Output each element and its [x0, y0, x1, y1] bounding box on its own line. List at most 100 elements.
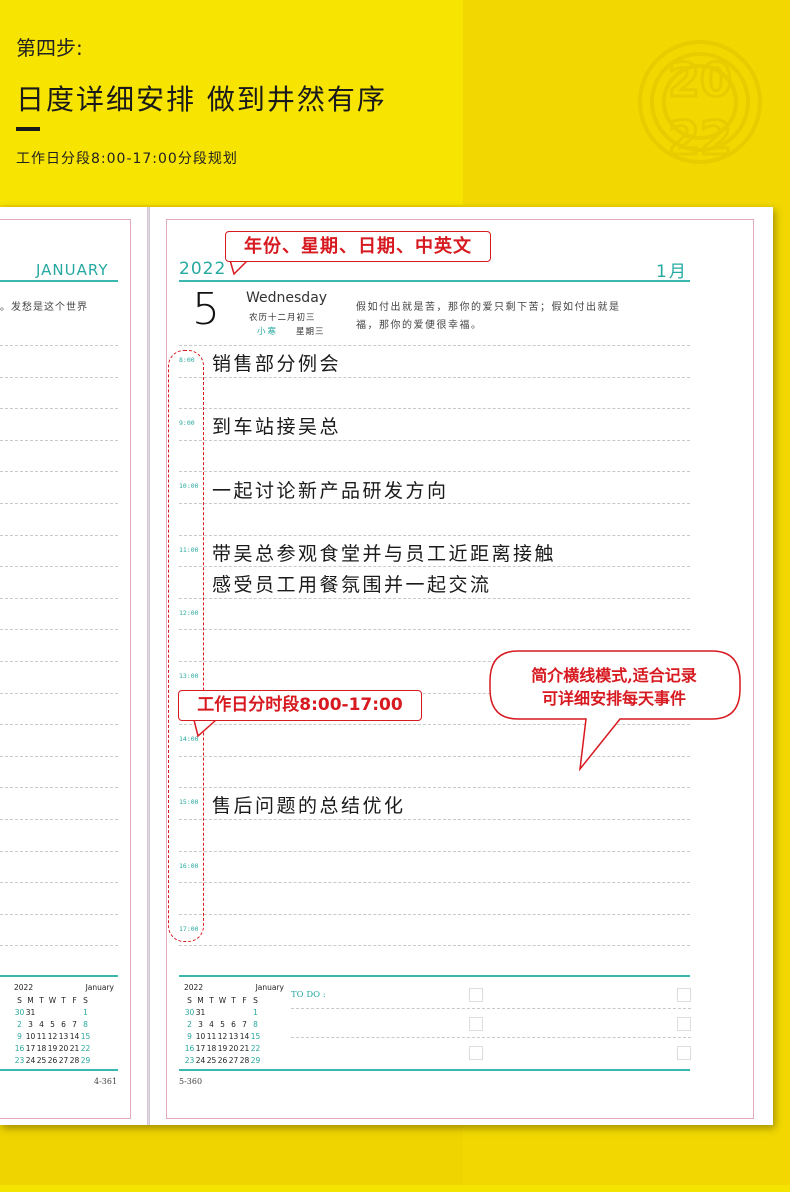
todo-label: TO DO :	[291, 990, 326, 1000]
callout-pointer-hours	[193, 719, 217, 738]
cal-day: 11	[206, 1032, 217, 1041]
right-header-line	[179, 280, 690, 282]
left-month-en: JANUARY	[36, 261, 109, 279]
todo-checkbox[interactable]	[677, 1017, 691, 1031]
cal-day: 29	[80, 1056, 91, 1065]
callout-note-line2: 可详细安排每天事件	[541, 689, 686, 708]
cal-weekday: S	[83, 996, 88, 1005]
solar-term: 小寒	[257, 327, 279, 337]
cal-day: 5	[50, 1020, 55, 1029]
cal-day: 7	[242, 1020, 247, 1029]
svg-text:22: 22	[668, 111, 732, 165]
todo-checkbox[interactable]	[677, 1046, 691, 1060]
ruled-line	[0, 597, 118, 599]
cal-day: 19	[217, 1044, 228, 1053]
cal-day: 18	[36, 1044, 47, 1053]
cal-day: 11	[36, 1032, 47, 1041]
ruled-line	[0, 787, 118, 789]
cal-day: 12	[217, 1032, 228, 1041]
headline: 日度详细安排 做到井然有序	[16, 83, 387, 116]
headline-rule	[16, 127, 40, 131]
cal-day: 24	[25, 1056, 36, 1065]
ruled-line	[179, 597, 690, 599]
weekday-en: Wednesday	[246, 290, 328, 306]
year-logo-2022: 20 22	[638, 40, 762, 167]
cal-day: 23	[14, 1056, 25, 1065]
ruled-line	[179, 503, 690, 504]
left-header-line	[0, 280, 118, 282]
cal-day: 2	[187, 1020, 192, 1029]
ruled-line	[179, 439, 690, 441]
cal-day: 4	[39, 1020, 44, 1029]
cal-day: 18	[206, 1044, 217, 1053]
cal-day	[239, 1007, 250, 1019]
cal-day: 21	[239, 1044, 250, 1053]
entry-canteen-visit: 带吴总参观食堂并与员工近距离接触	[212, 543, 557, 565]
cal-day: 12	[47, 1032, 58, 1041]
cal-weekday: M	[197, 996, 204, 1005]
ruled-line	[0, 692, 118, 694]
ruled-line	[0, 913, 118, 915]
ruled-line	[0, 755, 118, 757]
cal-day: 22	[80, 1044, 91, 1053]
subtitle: 工作日分段8:00-17:00分段规划	[16, 151, 238, 167]
cal-day: 16	[184, 1044, 195, 1053]
todo-checkbox[interactable]	[469, 1017, 483, 1031]
cal-day: 24	[195, 1056, 206, 1065]
daily-quote-line2: 福，那你的爱便很幸福。	[356, 320, 483, 331]
callout-note-line1: 简介横线模式,适合记录	[531, 666, 697, 685]
ruled-line	[179, 534, 690, 536]
entry-canteen-visit-cont: 感受员工用餐氛围并一起交流	[212, 574, 492, 596]
left-cal-month: January	[85, 983, 114, 992]
cal-day: 17	[195, 1044, 206, 1053]
cal-day: 22	[250, 1044, 261, 1053]
right-cal-month: January	[255, 983, 284, 992]
ruled-line	[0, 566, 118, 568]
ruled-line	[0, 376, 118, 378]
cal-day: 28	[69, 1056, 80, 1065]
ruled-line	[0, 534, 118, 536]
cal-day: 26	[217, 1056, 228, 1065]
todo-checkbox[interactable]	[677, 988, 691, 1002]
callout-date-info: 年份、星期、日期、中英文	[225, 231, 491, 262]
cal-day: 31	[195, 1008, 206, 1017]
cal-day: 19	[47, 1044, 58, 1053]
left-quote: 。发愁是这个世界	[0, 302, 88, 313]
cal-day: 30	[14, 1008, 25, 1017]
right-month-cn: 1月	[656, 262, 688, 282]
right-cal-grid: S M T W T F S 30 31 1 2 3 4 5 6 7 8 9 10 11 12 13 14 15 16 17 18 19…	[184, 995, 261, 1067]
todo-checkbox[interactable]	[469, 1046, 483, 1060]
ruled-line	[0, 408, 118, 410]
cal-day: 15	[250, 1032, 261, 1041]
cal-day	[228, 1007, 239, 1019]
ruled-line	[0, 345, 118, 346]
entry-sales-meeting: 销售部分例会	[212, 353, 342, 375]
cal-day: 9	[187, 1032, 192, 1041]
step-label: 第四步:	[16, 36, 83, 60]
ruled-line	[179, 566, 690, 568]
cal-day: 25	[206, 1056, 217, 1065]
cal-weekday: F	[72, 996, 77, 1005]
ruled-line	[179, 913, 690, 915]
todo-checkbox[interactable]	[469, 988, 483, 1002]
cal-day: 2	[17, 1020, 22, 1029]
right-cal-year: 2022	[184, 983, 204, 992]
cal-weekday: T	[39, 996, 44, 1005]
cal-weekday: S	[187, 996, 192, 1005]
ruled-line	[0, 629, 118, 631]
cal-day: 1	[253, 1008, 258, 1017]
daily-quote-line1: 假如付出就是苦，那你的爱只剩下苦；假如付出就是	[356, 302, 621, 313]
ruled-line	[179, 408, 690, 410]
book-spine	[147, 207, 150, 1125]
ruled-line	[179, 882, 690, 884]
ruled-line	[179, 787, 690, 789]
left-cal-bottom-line	[0, 1069, 118, 1071]
left-cal-year: 2022	[14, 983, 34, 992]
ruled-line	[179, 471, 690, 473]
ruled-line	[0, 471, 118, 473]
cal-day: 27	[228, 1056, 239, 1065]
ruled-line	[0, 439, 118, 441]
callout-work-hours: 工作日分时段8:00-17:00	[178, 690, 422, 721]
ruled-line	[179, 629, 690, 631]
cal-day: 29	[250, 1056, 261, 1065]
